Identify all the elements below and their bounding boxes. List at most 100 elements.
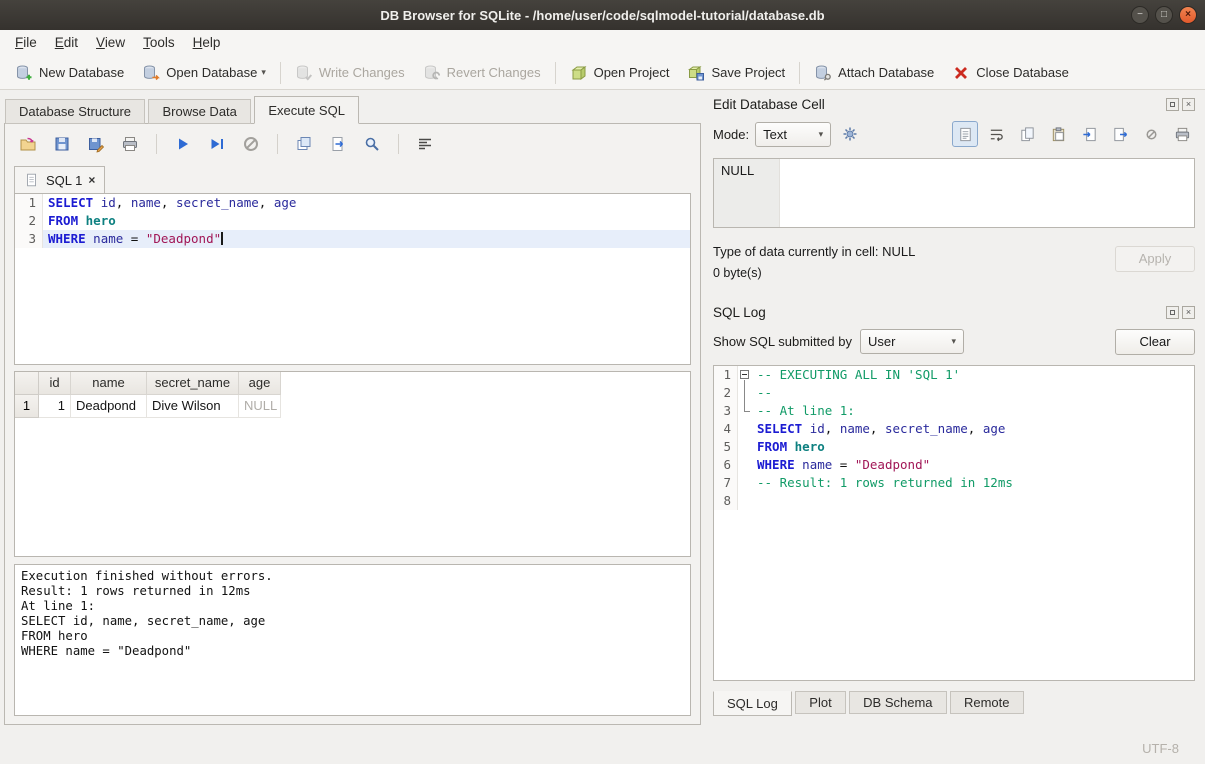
menu-help[interactable]: Help	[184, 30, 230, 56]
attach-database-icon	[814, 64, 832, 82]
chevron-down-icon[interactable]: ▾	[261, 67, 266, 78]
menubar: File Edit View Tools Help	[0, 30, 1205, 56]
open-sql-file-button[interactable]	[15, 131, 41, 157]
row-number[interactable]: 1	[15, 395, 39, 418]
float-icon	[1170, 102, 1175, 107]
column-header-secret-name[interactable]: secret_name	[147, 372, 239, 395]
cell-id[interactable]: 1	[39, 395, 71, 418]
table-row[interactable]: 1 1 Deadpond Dive Wilson NULL	[15, 395, 690, 418]
find-replace-button[interactable]	[359, 131, 385, 157]
menu-file[interactable]: File	[6, 30, 46, 56]
attach-database-button[interactable]: Attach Database	[805, 59, 943, 87]
mode-combobox[interactable]: Text ▾	[755, 122, 831, 147]
cell-info: Type of data currently in cell: NULL 0 b…	[713, 244, 1195, 290]
find-replace-icon	[363, 135, 381, 153]
stop-button[interactable]	[238, 131, 264, 157]
format-sql-button[interactable]	[412, 131, 438, 157]
results-grid[interactable]: id name secret_name age 1 1 Deadpond Div…	[14, 371, 691, 557]
save-sql-file-icon	[53, 135, 71, 153]
tab-remote[interactable]: Remote	[950, 691, 1024, 714]
close-database-button[interactable]: Close Database	[943, 59, 1078, 87]
paste-cell-button[interactable]	[1045, 121, 1071, 147]
bottom-panel-tabs: SQL Log Plot DB Schema Remote	[713, 691, 1195, 716]
menu-edit[interactable]: Edit	[46, 30, 87, 56]
editor-line[interactable]: 1 SELECT id, name, secret_name, age	[15, 194, 690, 212]
combo-arrow-icon: ▾	[819, 129, 824, 140]
export-cell-data-button[interactable]	[1107, 121, 1133, 147]
cell-name[interactable]: Deadpond	[71, 395, 147, 418]
editor-line[interactable]: 2 FROM hero	[15, 212, 690, 230]
text-mode-icon	[957, 126, 974, 143]
copy-cell-button[interactable]	[1014, 121, 1040, 147]
close-tab-icon[interactable]: ×	[88, 173, 95, 187]
open-in-new-tab-button[interactable]	[325, 131, 351, 157]
print-cell-button[interactable]	[1169, 121, 1195, 147]
message-line: At line 1:	[21, 599, 684, 614]
close-panel-button[interactable]: ×	[1182, 98, 1195, 111]
tab-plot[interactable]: Plot	[795, 691, 845, 714]
toolbar-separator	[277, 134, 278, 154]
revert-changes-button[interactable]: Revert Changes	[414, 59, 550, 87]
titlebar[interactable]: DB Browser for SQLite - /home/user/code/…	[0, 0, 1205, 30]
message-line: SELECT id, name, secret_name, age	[21, 614, 684, 629]
mode-label: Mode:	[713, 127, 749, 142]
save-sql-as-button[interactable]	[83, 131, 109, 157]
new-sql-tab-button[interactable]	[291, 131, 317, 157]
menu-tools[interactable]: Tools	[134, 30, 184, 56]
sql-tab[interactable]: SQL 1 ×	[14, 166, 105, 193]
tab-db-schema[interactable]: DB Schema	[849, 691, 946, 714]
tab-browse-data[interactable]: Browse Data	[148, 99, 250, 124]
fold-marker	[738, 474, 752, 492]
menu-view[interactable]: View	[87, 30, 134, 56]
word-wrap-button[interactable]	[983, 121, 1009, 147]
execute-sql-pane: SQL 1 × 1 SELECT id, name, secret_name, …	[4, 123, 701, 725]
editor-line-current[interactable]: 3 WHERE name = "Deadpond"	[15, 230, 690, 248]
encoding-indicator[interactable]: UTF-8	[1142, 741, 1179, 756]
open-project-button[interactable]: Open Project	[561, 59, 679, 87]
sql-log-view[interactable]: 1-- EXECUTING ALL IN 'SQL 1' 2-- 3-- At …	[713, 365, 1195, 681]
execute-line-button[interactable]	[204, 131, 230, 157]
column-header-name[interactable]: name	[71, 372, 147, 395]
text-mode-button[interactable]	[952, 121, 978, 147]
sql-editor[interactable]: 1 SELECT id, name, secret_name, age 2 FR…	[14, 193, 691, 365]
toolbar-separator	[398, 134, 399, 154]
column-header-id[interactable]: id	[39, 372, 71, 395]
tab-execute-sql[interactable]: Execute SQL	[254, 96, 359, 124]
execute-line-icon	[208, 135, 226, 153]
stop-icon	[242, 135, 260, 153]
tab-sql-log[interactable]: SQL Log	[713, 691, 792, 716]
new-tab-icon	[295, 135, 313, 153]
cell-editor[interactable]: NULL	[713, 158, 1195, 228]
column-header-age[interactable]: age	[239, 372, 281, 395]
maximize-button[interactable]: □	[1155, 6, 1173, 24]
tab-database-structure[interactable]: Database Structure	[5, 99, 145, 124]
apply-button[interactable]: Apply	[1115, 246, 1195, 272]
new-database-button[interactable]: New Database	[6, 59, 133, 87]
execute-all-button[interactable]	[170, 131, 196, 157]
cell-secret-name[interactable]: Dive Wilson	[147, 395, 239, 418]
cell-age[interactable]: NULL	[239, 395, 281, 418]
submitter-combobox[interactable]: User ▾	[860, 329, 964, 354]
save-sql-file-button[interactable]	[49, 131, 75, 157]
close-icon: ×	[1186, 307, 1191, 317]
clear-log-button[interactable]: Clear	[1115, 329, 1195, 355]
save-sql-as-icon	[87, 135, 105, 153]
close-button[interactable]: ×	[1179, 6, 1197, 24]
line-number: 7	[714, 474, 738, 492]
save-project-button[interactable]: Save Project	[678, 59, 794, 87]
float-panel-button[interactable]	[1166, 98, 1179, 111]
fold-marker[interactable]	[738, 366, 752, 384]
import-cell-data-button[interactable]	[1076, 121, 1102, 147]
print-sql-button[interactable]	[117, 131, 143, 157]
open-database-button[interactable]: Open Database ▾	[133, 59, 275, 87]
execute-all-icon	[174, 135, 192, 153]
set-null-button[interactable]	[1138, 121, 1164, 147]
execution-message-pane[interactable]: Execution finished without errors. Resul…	[14, 564, 691, 716]
minimize-button[interactable]: −	[1131, 6, 1149, 24]
write-changes-button[interactable]: Write Changes	[286, 59, 414, 87]
edit-cell-title: Edit Database Cell	[713, 97, 825, 112]
float-panel-button[interactable]	[1166, 306, 1179, 319]
cell-value: NULL	[721, 163, 754, 178]
cell-settings-button[interactable]	[837, 121, 863, 147]
close-panel-button[interactable]: ×	[1182, 306, 1195, 319]
